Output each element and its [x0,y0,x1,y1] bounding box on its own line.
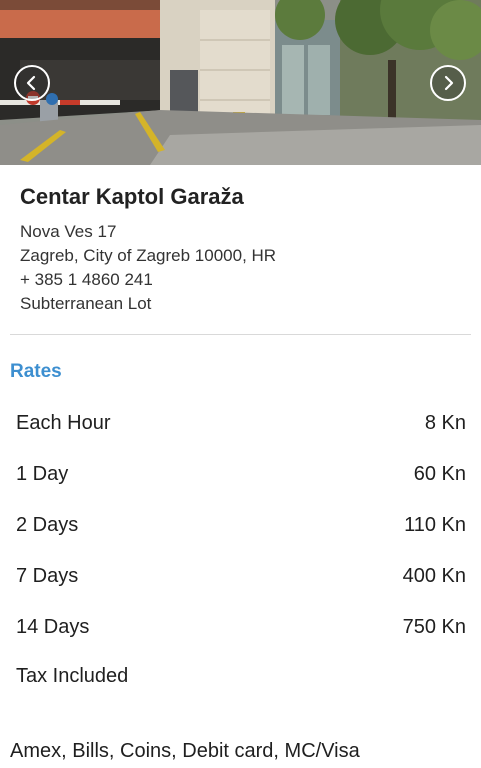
chevron-left-icon [26,75,36,91]
parking-detail-page: Centar Kaptol Garaža Nova Ves 17 Zagreb,… [0,0,481,768]
street-address: Nova Ves 17 [20,222,117,241]
rates-list: Each Hour 8 Kn 1 Day 60 Kn 2 Days 110 Kn… [16,398,466,653]
rate-row: 14 Days 750 Kn [16,602,466,653]
rates-heading: Rates [10,361,62,382]
rate-row: 1 Day 60 Kn [16,449,466,500]
rate-label: 14 Days [16,616,90,638]
tax-note: Tax Included [16,665,129,687]
phone-number[interactable]: + 385 1 4860 241 [20,268,470,292]
rate-label: Each Hour [16,412,111,434]
rate-row: Each Hour 8 Kn [16,398,466,449]
listing-title: Centar Kaptol Garaža [20,184,244,209]
rate-label: 2 Days [16,514,79,536]
rate-label: 7 Days [16,565,79,587]
rate-price: 110 Kn [404,514,466,536]
street-view-image [0,0,481,165]
lot-type: Subterranean Lot [20,294,152,313]
rate-price: 60 Kn [413,463,466,485]
rate-row: 2 Days 110 Kn [16,500,466,551]
chevron-right-icon [444,75,454,91]
section-divider [10,334,471,335]
rate-row: 7 Days 400 Kn [16,551,466,602]
previous-photo-button[interactable] [14,65,50,101]
rate-price: 750 Kn [402,616,466,638]
next-photo-button[interactable] [430,65,466,101]
rate-price: 400 Kn [402,565,466,587]
payment-methods: Amex, Bills, Coins, Debit card, MC/Visa [10,740,360,762]
city-address: Zagreb, City of Zagreb 10000, HR [20,246,277,265]
garage-photo[interactable] [0,0,481,165]
listing-info: Centar Kaptol Garaža Nova Ves 17 Zagreb,… [20,182,470,316]
rate-price: 8 Kn [424,412,466,434]
rate-label: 1 Day [16,463,69,485]
